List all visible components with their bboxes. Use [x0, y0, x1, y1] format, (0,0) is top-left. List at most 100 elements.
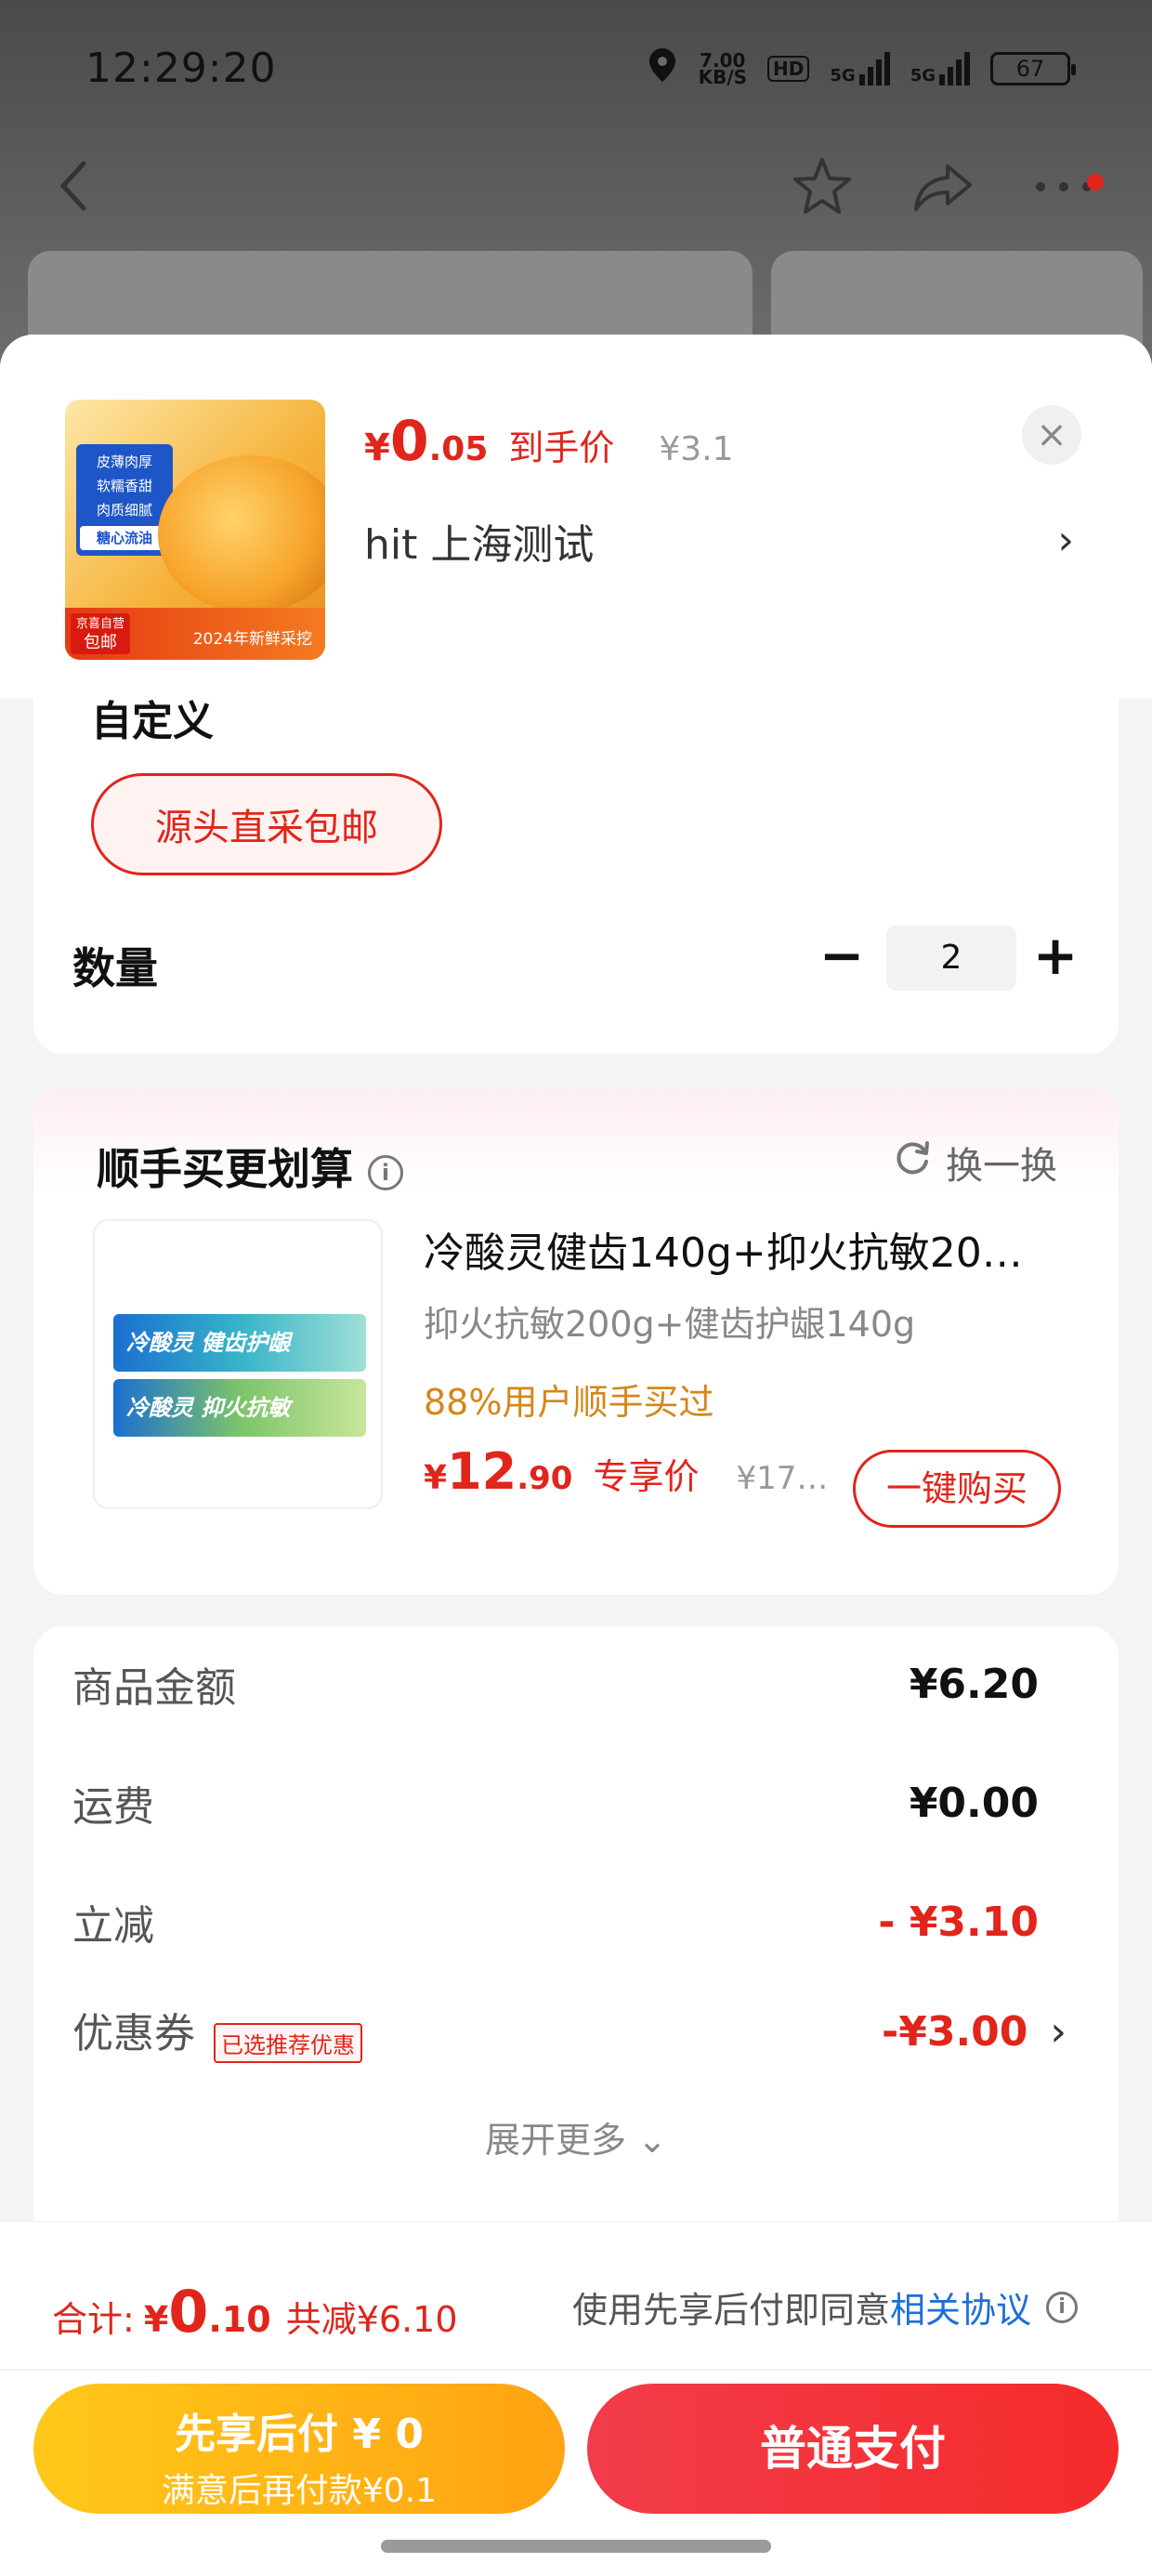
- summary-value: -¥3.00: [881, 2007, 1028, 2056]
- battery-icon: 67: [990, 51, 1076, 85]
- close-button[interactable]: ×: [1022, 405, 1081, 465]
- thumbnail-year: 2024年新鲜采挖: [192, 630, 312, 649]
- normal-pay-button[interactable]: 普通支付: [587, 2384, 1119, 2514]
- summary-value: - ¥3.10: [878, 1898, 1039, 1946]
- total-reduction: 共减¥6.10: [285, 2299, 458, 2340]
- product-thumbnail: 皮薄肉厚 软糯香甜 肉质细腻 糖心流油 京喜自营 包邮 2024年新鲜采挖: [65, 400, 325, 660]
- recommend-product-spec: 抑火抗敏200g+健齿护龈140g: [424, 1304, 916, 1345]
- recommend-title: 顺手买更划算 i: [97, 1136, 403, 1197]
- order-total: 合计: ¥ 0 .10 共减¥6.10: [52, 2278, 458, 2346]
- recommend-product-image[interactable]: 冷酸灵 健齿护龈 冷酸灵 抑火抗敏: [93, 1219, 383, 1509]
- chevron-right-icon[interactable]: ›: [1050, 2008, 1067, 2056]
- thumbnail-tag: 皮薄肉厚: [96, 453, 152, 470]
- total-decimal: .10: [208, 2299, 271, 2340]
- selected-spec-line[interactable]: hit 上海测试: [364, 511, 594, 571]
- summary-label: 立减: [72, 1902, 154, 1950]
- recommend-social-proof: 88%用户顺手买过: [424, 1382, 714, 1423]
- pay-later-subtitle: 满意后再付款¥0.1: [161, 2472, 438, 2510]
- summary-row-shipping: 运费 ¥0.00: [72, 1766, 1067, 1840]
- price-decimal: .05: [428, 430, 489, 468]
- signal-5g-1-icon: 5G: [830, 51, 890, 85]
- pay-later-button[interactable]: 先享后付 ¥ 0 满意后再付款¥0.1: [33, 2384, 565, 2514]
- chevron-right-icon[interactable]: ›: [1057, 517, 1074, 564]
- original-price: ¥3.1: [659, 430, 734, 468]
- info-icon[interactable]: i: [1046, 2291, 1078, 2323]
- sheet-header: 皮薄肉厚 软糯香甜 肉质细腻 糖心流油 京喜自营 包邮 2024年新鲜采挖 ¥ …: [0, 335, 1152, 699]
- agreement-link[interactable]: 相关协议: [890, 2281, 1031, 2333]
- quantity-plus-button[interactable]: +: [1028, 918, 1083, 992]
- recommend-product-name[interactable]: 冷酸灵健齿140g+抑火抗敏20…: [424, 1219, 1083, 1279]
- total-integer: 0: [168, 2278, 209, 2346]
- purchase-sheet: 自定义 源头直采包邮 数量 − 2 + 皮薄肉厚 软糯香甜 肉质细腻 糖心流油 …: [0, 335, 1152, 2576]
- price-label: 到手价: [508, 427, 615, 468]
- toothpaste-box-2: 冷酸灵 抑火抗敏: [113, 1379, 366, 1437]
- summary-label: 商品金额: [72, 1664, 236, 1712]
- share-icon[interactable]: [910, 159, 975, 218]
- recommend-price-currency: ¥: [424, 1459, 448, 1497]
- recommend-price-integer: 12: [447, 1442, 517, 1501]
- coupon-tag: 已选推荐优惠: [214, 2023, 362, 2063]
- recommend-price-decimal: .90: [517, 1460, 573, 1497]
- quantity-minus-button[interactable]: −: [814, 918, 870, 992]
- one-click-buy-button[interactable]: 一键购买: [853, 1450, 1061, 1528]
- signal-5g-2-icon: 5G: [910, 51, 970, 85]
- agreement-notice: 使用先享后付即同意 相关协议 i: [572, 2281, 1078, 2333]
- quantity-input[interactable]: 2: [886, 926, 1016, 991]
- thumbnail-footer: 京喜自营 包邮 2024年新鲜采挖: [65, 608, 325, 660]
- net-speed: 7.00 KB/S: [698, 51, 748, 88]
- coupon-label-group: 优惠券 已选推荐优惠: [72, 2000, 362, 2063]
- info-icon[interactable]: i: [368, 1154, 403, 1190]
- swap-label: 换一换: [946, 1145, 1057, 1188]
- summary-value: ¥0.00: [909, 1779, 1039, 1827]
- thumbnail-badge-line2: 包邮: [84, 633, 117, 652]
- hd-icon: HD: [767, 55, 810, 82]
- total-currency: ¥: [143, 2299, 169, 2340]
- status-bar: 12:29:20 7.00 KB/S HD 5G 5G 67: [0, 0, 1152, 139]
- summary-label: 优惠券: [72, 2010, 195, 2057]
- product-navbar: [0, 139, 1152, 232]
- summary-value: ¥6.20: [909, 1660, 1039, 1708]
- spec-option-chip[interactable]: 源头直采包邮: [91, 773, 442, 875]
- thumbnail-badge-line1: 京喜自营: [76, 617, 125, 631]
- quantity-label: 数量: [72, 943, 158, 993]
- status-time: 12:29:20: [85, 45, 277, 92]
- nav-actions: [790, 154, 1104, 223]
- toothpaste-box-1: 冷酸灵 健齿护龈: [113, 1314, 366, 1372]
- location-icon: [647, 46, 678, 90]
- thumbnail-tag: 糖心流油: [80, 526, 169, 550]
- favorite-star-icon[interactable]: [790, 154, 855, 223]
- summary-label: 运费: [72, 1783, 154, 1831]
- price-currency: ¥: [364, 427, 390, 469]
- divider: [0, 2369, 1152, 2371]
- price-integer: 0: [389, 409, 429, 474]
- summary-row-coupon[interactable]: 优惠券 已选推荐优惠 -¥3.00 ›: [72, 1994, 1067, 2069]
- refresh-icon: [892, 1137, 933, 1188]
- net-speed-unit: KB/S: [698, 65, 748, 88]
- summary-row-discount: 立减 - ¥3.10: [72, 1885, 1067, 1959]
- more-icon[interactable]: [1031, 174, 1104, 200]
- recommend-original-price: ¥17…: [736, 1460, 829, 1497]
- recommend-price: ¥ 12 .90 专享价 ¥17…: [424, 1442, 828, 1501]
- expand-more-button[interactable]: 展开更多 ⌄: [33, 2111, 1119, 2162]
- sweet-potato-image: [158, 455, 325, 613]
- recommend-title-text: 顺手买更划算: [97, 1144, 353, 1194]
- bottom-pay-bar: 合计: ¥ 0 .10 共减¥6.10 使用先享后付即同意 相关协议 i 先享后…: [0, 2221, 1152, 2576]
- recommend-card: 顺手买更划算 i 换一换 冷酸灵 健齿护龈 冷酸灵 抑火抗敏 冷酸灵健齿140g+…: [33, 1089, 1119, 1595]
- summary-row-goods: 商品金额 ¥6.20: [72, 1647, 1067, 1721]
- pay-later-title: 先享后付 ¥ 0: [175, 2411, 424, 2458]
- home-indicator[interactable]: [381, 2540, 771, 2553]
- recommend-price-label: 专享价: [593, 1456, 700, 1497]
- thumbnail-tag: 软糯香甜: [96, 478, 152, 494]
- back-icon[interactable]: [56, 158, 89, 217]
- agreement-text: 使用先享后付即同意: [571, 2290, 890, 2331]
- status-icons: 7.00 KB/S HD 5G 5G 67: [647, 46, 1076, 90]
- product-price: ¥ 0 .05 到手价 ¥3.1: [364, 409, 734, 474]
- coupon-value-group: -¥3.00 ›: [882, 2008, 1067, 2056]
- total-label: 合计:: [52, 2299, 135, 2340]
- order-summary-card: 商品金额 ¥6.20 运费 ¥0.00 立减 - ¥3.10 优惠券 已选推荐优惠…: [33, 1626, 1119, 2277]
- signal-5g-1-label: 5G: [830, 65, 856, 85]
- swap-button[interactable]: 换一换: [892, 1136, 1057, 1189]
- thumbnail-badge: 京喜自营 包邮: [71, 613, 131, 654]
- thumbnail-tag: 肉质细腻: [96, 502, 152, 519]
- signal-5g-2-label: 5G: [910, 65, 936, 85]
